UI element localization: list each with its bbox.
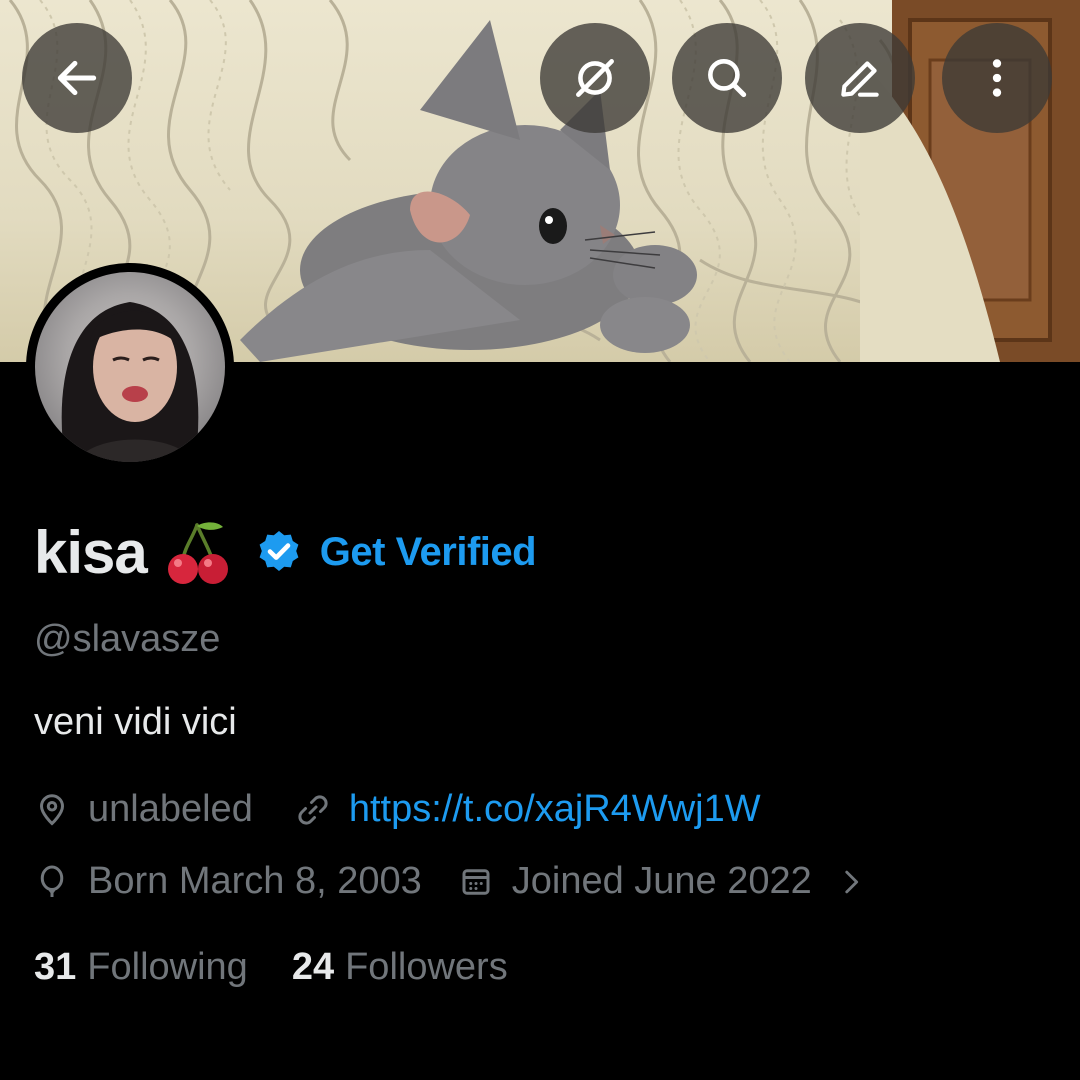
website-link[interactable]: https://t.co/xajR4Wwj1W [349,788,761,831]
location-text: unlabeled [88,788,253,830]
following-count: 31 [34,946,77,988]
arrow-left-icon [57,60,97,96]
more-vertical-icon [992,59,1002,97]
calendar-icon [462,868,490,895]
follow-stats: 31 Following 24 Followers [34,946,508,989]
followers-link[interactable]: 24 Followers [292,946,508,989]
followers-count: 24 [291,946,335,988]
followers-label: Followers [345,946,508,988]
avatar-photo [35,272,225,462]
verified-badge-icon[interactable] [255,528,303,576]
joined-item: Joined June 2022 [458,860,812,903]
edit-button[interactable] [805,23,915,133]
location-pin-icon [39,793,65,826]
more-button[interactable] [942,23,1052,133]
grok-button[interactable] [540,23,650,133]
joined-text: Joined June 2022 [511,860,812,902]
balloon-icon [40,865,64,897]
name-row: kisa Get Verified [34,512,537,592]
birthday-text: Born March 8, 2003 [88,860,422,902]
profile-meta-row-2[interactable]: Born March 8, 2003 Joined June 2022 [34,860,868,903]
link-icon [298,794,328,825]
following-label: Following [87,946,248,988]
search-icon [708,59,747,98]
website-item[interactable]: https://t.co/xajR4Wwj1W [295,788,761,831]
get-verified-link[interactable]: Get Verified [320,530,537,575]
search-button[interactable] [672,23,782,133]
profile-meta-row-1: unlabeled https://t.co/xajR4Wwj1W [34,788,761,831]
back-button[interactable] [22,23,132,133]
birthday-item: Born March 8, 2003 [34,860,422,903]
profile-bio: veni vidi vici [34,701,237,743]
location-item: unlabeled [34,788,253,831]
pencil-icon [841,61,879,97]
profile-handle: @slavasze [34,618,221,660]
chevron-right-icon[interactable] [834,865,868,899]
avatar[interactable] [26,263,234,471]
display-name: kisa [34,518,148,586]
cherries-emoji [167,522,228,584]
following-link[interactable]: 31 Following [34,946,248,989]
grok-icon [576,59,614,97]
